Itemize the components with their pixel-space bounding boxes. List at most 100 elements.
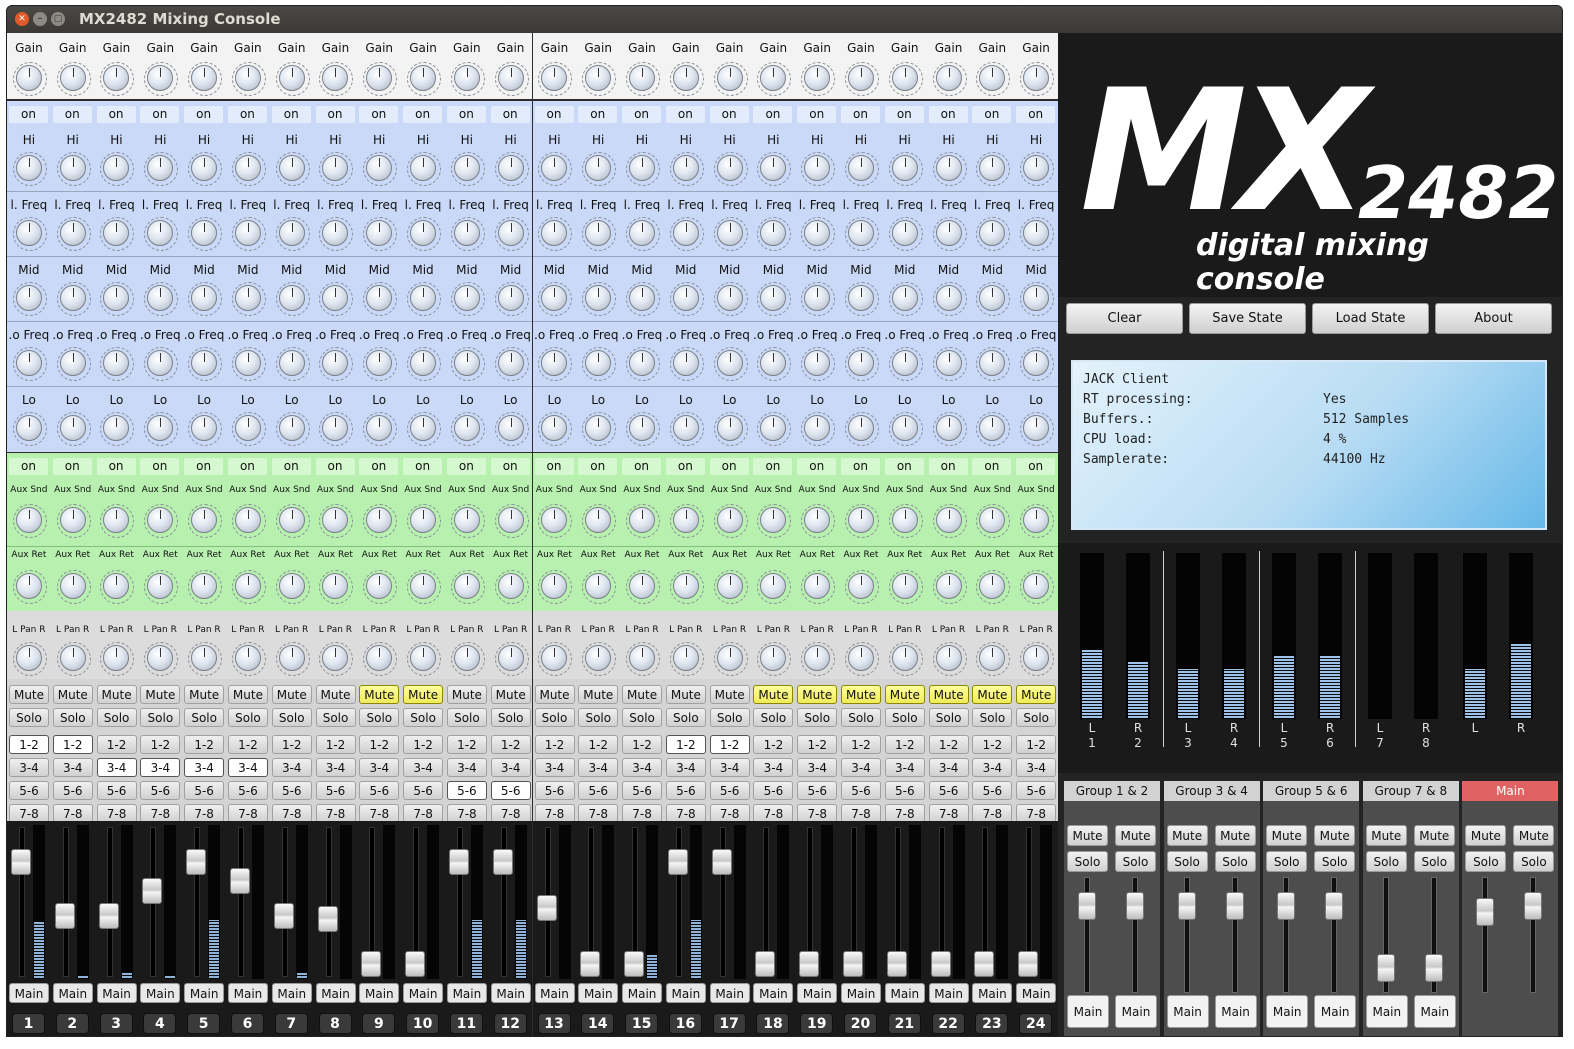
group-3-4-button[interactable]: 3-4 [359, 758, 400, 777]
hi-knob-icon[interactable] [801, 152, 836, 186]
group-3-4-button[interactable]: 3-4 [972, 758, 1013, 777]
group-mute-button[interactable]: Mute [1067, 825, 1108, 846]
eq-on-button[interactable]: on [972, 106, 1012, 123]
aux-return-knob-icon[interactable] [56, 570, 91, 604]
hi-knob-icon[interactable] [669, 152, 704, 186]
eq-on-button[interactable]: on [534, 106, 574, 123]
main-assign-button[interactable]: Main [841, 983, 882, 1003]
aux-send-knob-icon[interactable] [538, 504, 573, 538]
group-1-2-button[interactable]: 1-2 [1016, 735, 1057, 754]
gain-knob-icon[interactable] [100, 62, 135, 96]
group-3-4-button[interactable]: 3-4 [622, 758, 663, 777]
solo-button[interactable]: Solo [622, 708, 663, 727]
eq-on-button[interactable]: on [9, 106, 48, 123]
mid-freq-knob-icon[interactable] [407, 347, 442, 381]
fader-handle[interactable] [755, 951, 776, 977]
mid-knob-icon[interactable] [1020, 282, 1055, 316]
gain-knob-icon[interactable] [450, 62, 485, 96]
solo-button[interactable]: Solo [446, 708, 487, 727]
aux-on-button[interactable]: on [184, 458, 224, 475]
aux-on-button[interactable]: on [709, 458, 749, 475]
solo-button[interactable]: Solo [96, 708, 137, 727]
pan-knob-icon[interactable] [363, 642, 398, 676]
eq-on-button[interactable]: on [665, 106, 705, 123]
solo-button[interactable]: Solo [52, 708, 93, 727]
group-mute-button[interactable]: Mute [1266, 825, 1308, 846]
mute-button[interactable]: Mute [578, 685, 619, 704]
mid-knob-icon[interactable] [100, 282, 135, 316]
group-1-2-button[interactable]: 1-2 [52, 735, 93, 754]
group-main-button[interactable]: Main [1067, 995, 1109, 1028]
aux-send-knob-icon[interactable] [450, 504, 485, 538]
group-1-2-button[interactable]: 1-2 [271, 735, 312, 754]
pan-knob-icon[interactable] [275, 642, 310, 676]
mid-knob-icon[interactable] [844, 282, 879, 316]
aux-on-button[interactable]: on [52, 458, 92, 475]
hi-freq-knob-icon[interactable] [231, 217, 266, 251]
aux-send-knob-icon[interactable] [844, 504, 879, 538]
aux-send-knob-icon[interactable] [363, 504, 398, 538]
aux-on-button[interactable]: on [446, 458, 486, 475]
fader-handle[interactable] [536, 895, 557, 921]
eq-on-button[interactable]: on [884, 106, 924, 123]
hi-knob-icon[interactable] [275, 152, 310, 186]
aux-send-knob-icon[interactable] [188, 504, 223, 538]
group-3-4-button[interactable]: 3-4 [9, 758, 49, 777]
fader-handle[interactable] [886, 951, 907, 977]
fader-handle[interactable] [799, 951, 820, 977]
lo-knob-icon[interactable] [319, 412, 354, 446]
gain-knob-icon[interactable] [56, 62, 91, 96]
group-fader-handle[interactable] [1325, 892, 1344, 920]
hi-freq-knob-icon[interactable] [144, 217, 179, 251]
aux-on-button[interactable]: on [972, 458, 1012, 475]
group-fader-handle[interactable] [1424, 954, 1443, 982]
main-assign-button[interactable]: Main [184, 983, 225, 1003]
mid-freq-knob-icon[interactable] [844, 347, 879, 381]
main-assign-button[interactable]: Main [1016, 983, 1057, 1003]
solo-button[interactable]: Solo [9, 708, 49, 727]
group-7-8-button[interactable]: 7-8 [52, 804, 93, 821]
hi-freq-knob-icon[interactable] [976, 217, 1011, 251]
hi-freq-knob-icon[interactable] [888, 217, 923, 251]
mid-freq-knob-icon[interactable] [319, 347, 354, 381]
aux-send-knob-icon[interactable] [407, 504, 442, 538]
hi-knob-icon[interactable] [713, 152, 748, 186]
group-7-8-button[interactable]: 7-8 [96, 804, 137, 821]
mute-button[interactable]: Mute [315, 685, 356, 704]
group-solo-button[interactable]: Solo [1266, 851, 1308, 872]
group-fader-handle[interactable] [1126, 892, 1144, 920]
solo-button[interactable]: Solo [534, 708, 575, 727]
main-assign-button[interactable]: Main [972, 983, 1013, 1003]
mute-button[interactable]: Mute [490, 685, 531, 704]
main-assign-button[interactable]: Main [622, 983, 663, 1003]
gain-knob-icon[interactable] [844, 62, 879, 96]
group-5-6-button[interactable]: 5-6 [140, 781, 181, 800]
pan-knob-icon[interactable] [801, 642, 836, 676]
gain-knob-icon[interactable] [757, 62, 792, 96]
aux-on-button[interactable]: on [622, 458, 662, 475]
aux-return-knob-icon[interactable] [12, 570, 47, 604]
solo-button[interactable]: Solo [1016, 708, 1057, 727]
hi-freq-knob-icon[interactable] [713, 217, 748, 251]
group-1-2-button[interactable]: 1-2 [622, 735, 663, 754]
hi-freq-knob-icon[interactable] [275, 217, 310, 251]
main-assign-button[interactable]: Main [665, 983, 706, 1003]
lo-knob-icon[interactable] [450, 412, 485, 446]
eq-on-button[interactable]: on [271, 106, 311, 123]
aux-on-button[interactable]: on [534, 458, 574, 475]
aux-send-knob-icon[interactable] [582, 504, 617, 538]
mid-knob-icon[interactable] [625, 282, 660, 316]
gain-knob-icon[interactable] [144, 62, 179, 96]
group-main-button[interactable]: Main [1413, 995, 1456, 1028]
mid-knob-icon[interactable] [231, 282, 266, 316]
group-5-6-button[interactable]: 5-6 [578, 781, 619, 800]
eq-on-button[interactable]: on [622, 106, 662, 123]
group-3-4-button[interactable]: 3-4 [446, 758, 487, 777]
group-solo-button[interactable]: Solo [1365, 851, 1407, 872]
hi-knob-icon[interactable] [144, 152, 179, 186]
pan-knob-icon[interactable] [1020, 642, 1055, 676]
hi-freq-knob-icon[interactable] [1020, 217, 1055, 251]
aux-send-knob-icon[interactable] [275, 504, 310, 538]
aux-on-button[interactable]: on [403, 458, 443, 475]
hi-freq-knob-icon[interactable] [801, 217, 836, 251]
